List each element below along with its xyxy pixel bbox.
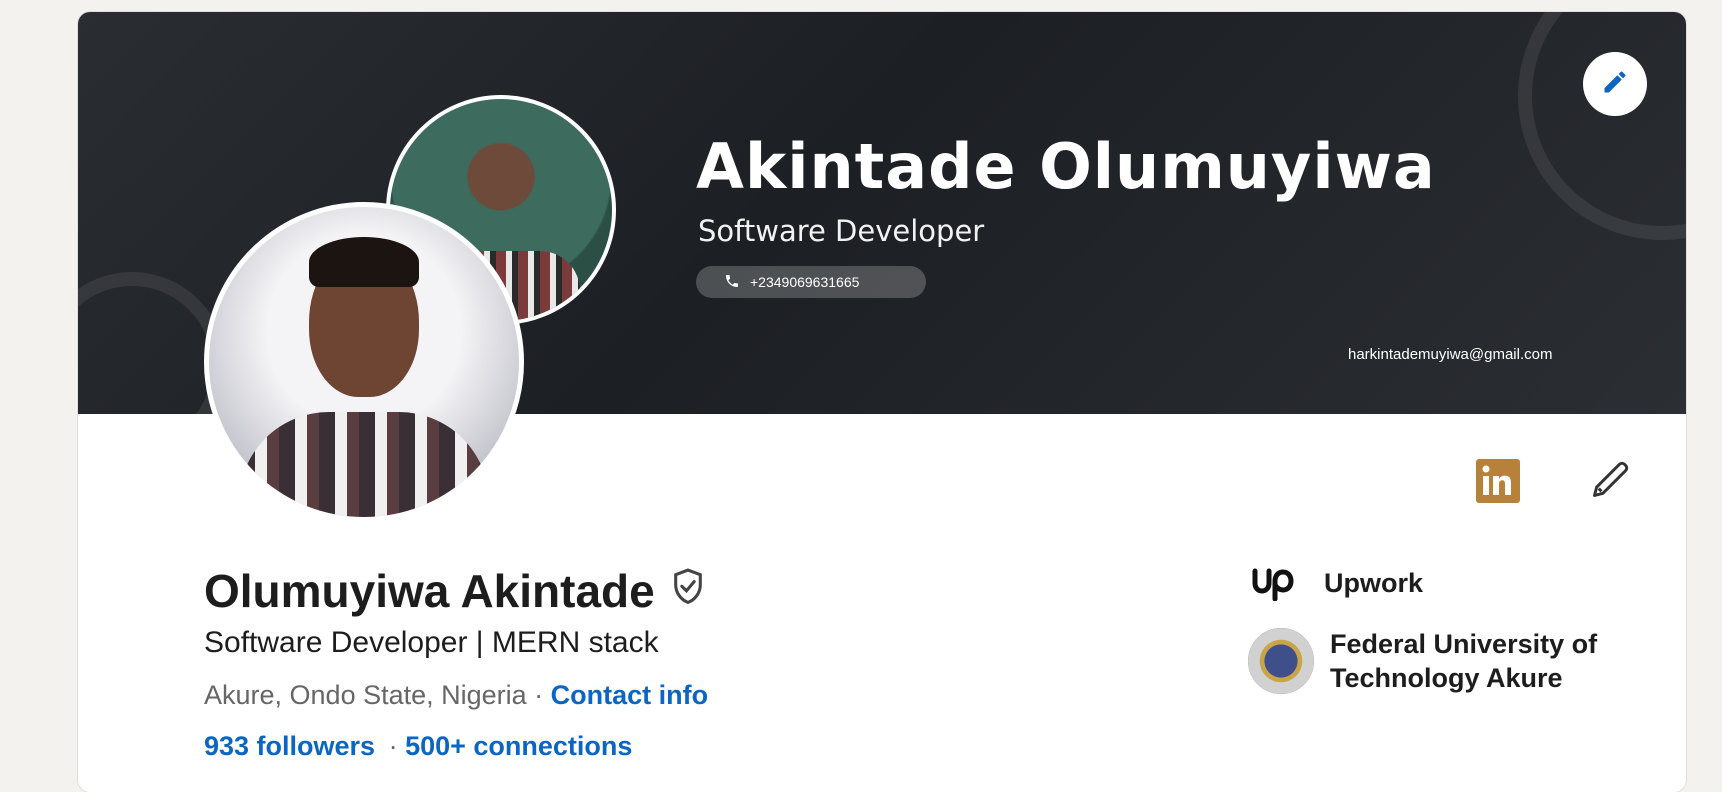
banner-role: Software Developer — [698, 214, 985, 248]
futa-logo — [1248, 628, 1314, 694]
org-name: Federal University of Technology Akure — [1330, 629, 1598, 693]
edit-profile-button[interactable] — [1587, 457, 1635, 505]
org-upwork[interactable]: Upwork — [1248, 563, 1423, 603]
contact-info-link[interactable]: Contact info — [551, 680, 708, 710]
banner-phone: +2349069631665 — [696, 266, 926, 298]
followers-link[interactable]: 933 followers — [204, 731, 375, 761]
phone-icon — [724, 273, 740, 292]
org-name: Upwork — [1324, 568, 1424, 598]
profile-location: Akure, Ondo State, Nigeria — [204, 680, 527, 710]
pencil-icon — [1601, 68, 1629, 101]
profile-photo[interactable] — [204, 202, 524, 522]
profile-name: Olumuyiwa Akintade — [204, 565, 655, 617]
linkedin-badge-icon[interactable] — [1476, 459, 1520, 503]
pencil-icon — [1589, 457, 1633, 506]
org-futa[interactable]: Federal University of Technology Akure — [1248, 627, 1640, 695]
profile-name-row: Olumuyiwa Akintade — [204, 564, 707, 618]
banner-email: harkintademuyiwa@gmail.com — [1348, 346, 1553, 363]
location-row: Akure, Ondo State, Nigeria · Contact inf… — [204, 680, 708, 711]
network-stats-row: 933 followers · 500+ connections — [204, 731, 632, 762]
separator: · — [381, 731, 406, 761]
edit-cover-button[interactable] — [1583, 52, 1647, 116]
banner-name: Akintade Olumuyiwa — [696, 130, 1436, 203]
connections-link[interactable]: 500+ connections — [405, 731, 632, 761]
profile-headline: Software Developer | MERN stack — [204, 626, 659, 659]
upwork-logo — [1248, 563, 1308, 603]
banner-phone-number: +2349069631665 — [750, 274, 860, 290]
profile-card: Akintade Olumuyiwa Software Developer +2… — [78, 12, 1686, 792]
verified-shield-icon[interactable] — [669, 564, 707, 618]
separator: · — [526, 680, 551, 710]
